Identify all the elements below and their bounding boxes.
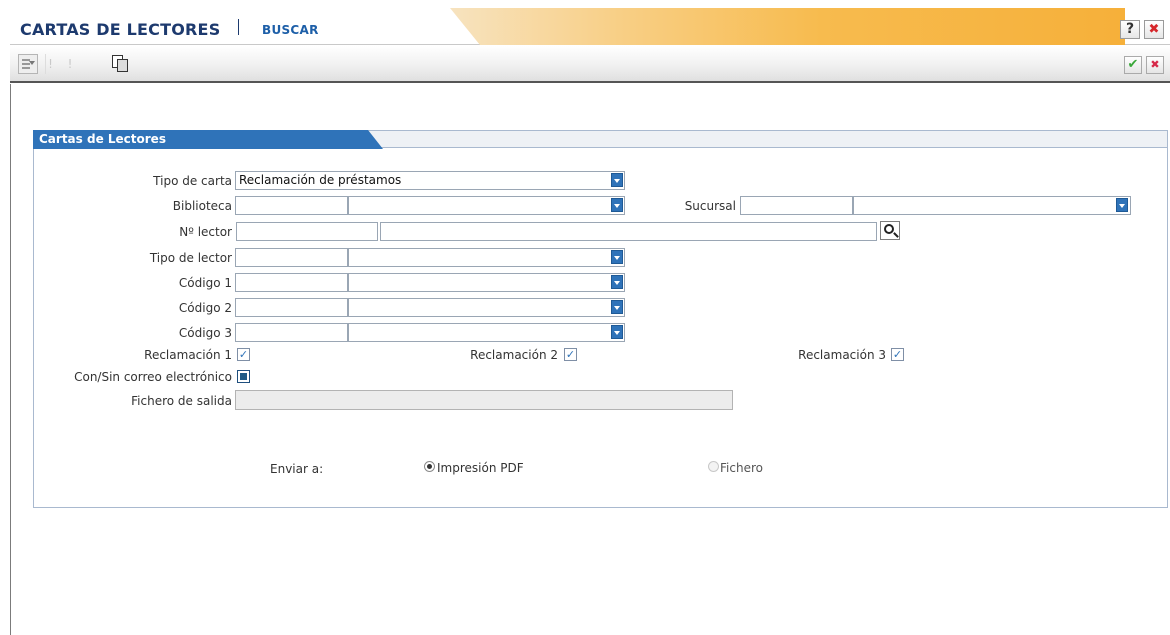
n-lector-name-input[interactable] [380, 222, 877, 241]
app-title: CARTAS DE LECTORES [20, 20, 221, 39]
codigo1-label: Código 1 [178, 276, 232, 290]
codigo1-dropdown-icon[interactable] [611, 275, 623, 289]
title-decoration [450, 8, 1125, 45]
radio-impresion-pdf[interactable] [424, 461, 435, 472]
disabled-tool-icon: ! [45, 54, 55, 74]
sucursal-dropdown-icon[interactable] [1116, 198, 1128, 212]
codigo3-code-input[interactable] [235, 323, 348, 342]
correo-checkbox[interactable] [237, 370, 250, 383]
tipo-carta-label: Tipo de carta [153, 174, 232, 188]
n-lector-label: Nº lector [179, 225, 232, 239]
panel-tab: Cartas de Lectores [33, 130, 383, 149]
accept-icon[interactable]: ✔ [1124, 56, 1142, 74]
radio-fichero-label[interactable]: Fichero [720, 461, 763, 475]
reclamacion2-checkbox[interactable]: ✓ [564, 348, 577, 361]
reclamacion1-checkbox[interactable]: ✓ [237, 348, 250, 361]
tipo-lector-name-select[interactable] [348, 248, 625, 267]
codigo2-dropdown-icon[interactable] [611, 300, 623, 314]
reclamacion3-label: Reclamación 3 [798, 348, 886, 362]
help-button[interactable]: ? [1120, 20, 1140, 39]
search-icon[interactable] [880, 221, 900, 240]
biblioteca-name-select[interactable] [348, 196, 625, 215]
panel-title: Cartas de Lectores [39, 132, 166, 146]
tipo-lector-code-input[interactable] [235, 248, 348, 267]
biblioteca-dropdown-icon[interactable] [611, 198, 623, 212]
biblioteca-code-input[interactable] [235, 196, 348, 215]
reclamacion3-checkbox[interactable]: ✓ [891, 348, 904, 361]
toolbar: ! ! ✔ ✖ [10, 46, 1170, 83]
codigo3-dropdown-icon[interactable] [611, 325, 623, 339]
biblioteca-label: Biblioteca [172, 199, 232, 213]
close-button[interactable]: ✖ [1144, 20, 1164, 39]
codigo3-name-select[interactable] [348, 323, 625, 342]
codigo3-label: Código 3 [178, 326, 232, 340]
sucursal-name-select[interactable] [853, 196, 1131, 215]
n-lector-input[interactable] [236, 222, 378, 241]
codigo1-code-input[interactable] [235, 273, 348, 292]
copy-icon[interactable] [111, 54, 129, 74]
reclamacion2-label: Reclamación 2 [470, 348, 558, 362]
sucursal-label: Sucursal [684, 199, 736, 213]
correo-label: Con/Sin correo electrónico [74, 370, 232, 384]
tipo-carta-select[interactable]: Reclamación de préstamos [235, 171, 625, 190]
mode-label: BUSCAR [262, 23, 319, 37]
title-separator [238, 19, 239, 35]
tipo-carta-dropdown-icon[interactable] [611, 173, 623, 187]
cancel-icon[interactable]: ✖ [1146, 56, 1164, 74]
sucursal-code-input[interactable] [740, 196, 853, 215]
tipo-lector-dropdown-icon[interactable] [611, 250, 623, 264]
codigo1-name-select[interactable] [348, 273, 625, 292]
radio-impresion-pdf-label[interactable]: Impresión PDF [437, 461, 524, 475]
codigo2-label: Código 2 [178, 301, 232, 315]
disabled-tool-icon: ! [67, 57, 73, 71]
left-border [10, 84, 11, 635]
tipo-lector-label: Tipo de lector [149, 251, 232, 265]
enviar-label: Enviar a: [270, 462, 324, 476]
title-bar: CARTAS DE LECTORES BUSCAR ? ✖ [10, 8, 1170, 45]
fichero-salida-label: Fichero de salida [131, 394, 232, 408]
reclamacion1-label: Reclamación 1 [144, 348, 232, 362]
codigo2-code-input[interactable] [235, 298, 348, 317]
fichero-salida-input[interactable] [235, 390, 733, 410]
menu-icon[interactable] [18, 54, 38, 74]
codigo2-name-select[interactable] [348, 298, 625, 317]
radio-fichero[interactable] [708, 461, 719, 472]
